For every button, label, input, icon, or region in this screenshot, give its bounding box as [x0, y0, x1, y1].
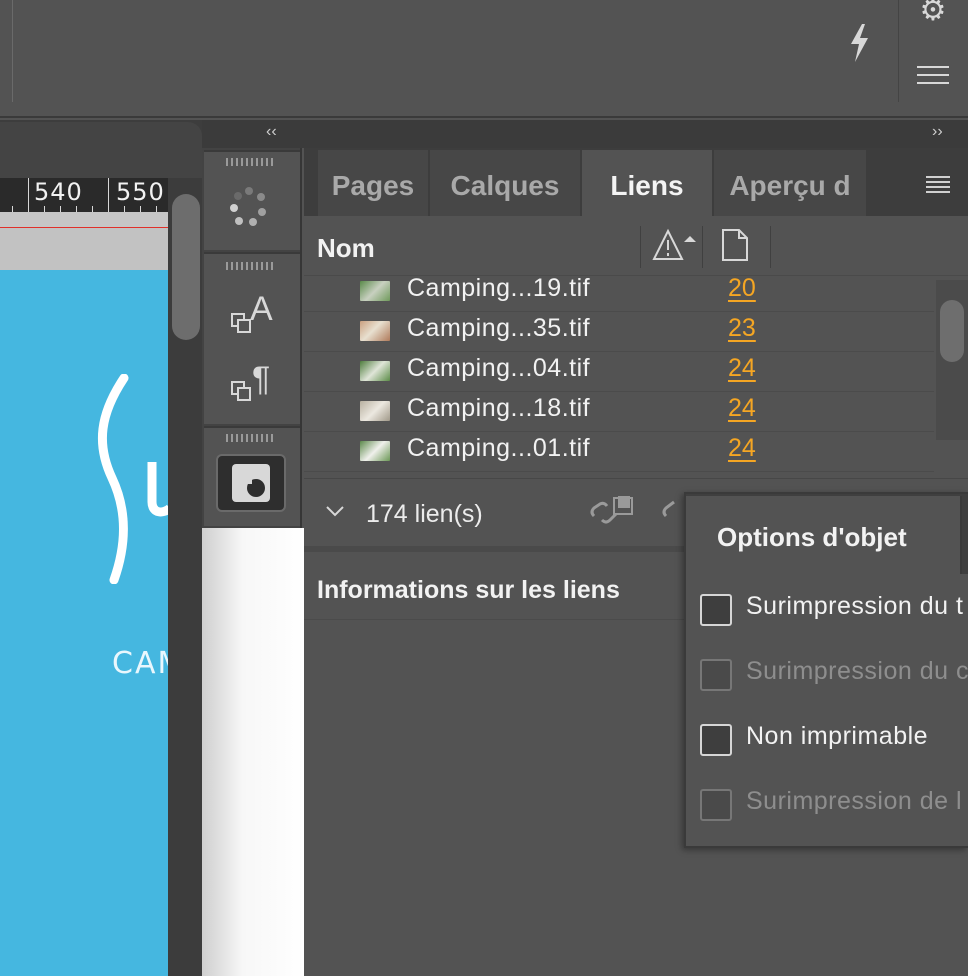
- link-thumbnail: [360, 361, 390, 381]
- overprint-stroke-checkbox: [700, 659, 732, 691]
- logo-script-s: [97, 374, 168, 584]
- chevron-down-icon[interactable]: [324, 500, 346, 522]
- document-page[interactable]: [0, 270, 168, 976]
- ruler-tick: [28, 178, 29, 212]
- link-filename: Camping...18.tif: [407, 394, 591, 422]
- link-thumbnail: [360, 281, 390, 301]
- link-thumbnail: [360, 401, 390, 421]
- link-info-title: Informations sur les liens: [317, 576, 620, 604]
- character-style-icon[interactable]: A: [228, 288, 280, 334]
- dock-grip[interactable]: [226, 158, 276, 166]
- links-count: 174 lien(s): [366, 500, 483, 528]
- link-thumbnail: [360, 321, 390, 341]
- toolbar-divider: [898, 0, 899, 102]
- ruler-label: 550: [116, 178, 165, 206]
- option-label: Non imprimable: [746, 722, 929, 750]
- link-filename: Camping...19.tif: [407, 274, 591, 302]
- panel-collapse-bar: [202, 120, 968, 148]
- column-separator: [770, 226, 771, 268]
- pasteboard-white: [202, 528, 304, 976]
- lightning-bolt-icon[interactable]: [846, 22, 872, 64]
- link-row[interactable]: Camping...19.tif 20: [304, 272, 934, 312]
- collapse-left-icon[interactable]: ‹‹: [266, 123, 277, 141]
- link-filename: Camping...04.tif: [407, 354, 591, 382]
- option-label: Surimpression du c: [746, 657, 968, 685]
- dock-grip[interactable]: [226, 434, 276, 442]
- gear-icon[interactable]: ⚙: [918, 0, 948, 26]
- object-options-title: Options d'objet: [717, 522, 907, 552]
- paragraph-style-icon[interactable]: ¶: [228, 360, 280, 406]
- ruler-tick: [108, 178, 109, 212]
- overprint-fill-checkbox[interactable]: [700, 594, 732, 626]
- overprint-gap-checkbox: [700, 789, 732, 821]
- document-tab[interactable]: [0, 122, 202, 178]
- option-label: Surimpression de l: [746, 787, 963, 815]
- column-name-header[interactable]: Nom: [317, 233, 375, 264]
- tab-pages[interactable]: Pages: [318, 150, 428, 216]
- pasteboard: [0, 212, 168, 228]
- nonprinting-checkbox[interactable]: [700, 724, 732, 756]
- collapse-right-icon[interactable]: ››: [932, 123, 943, 141]
- page-margin-band: [0, 228, 168, 270]
- svg-text:A: A: [250, 290, 273, 328]
- link-row[interactable]: Camping...01.tif 24: [304, 432, 934, 472]
- link-row[interactable]: Camping...04.tif 24: [304, 352, 934, 392]
- link-page-number[interactable]: 23: [728, 314, 756, 343]
- scrollbar-thumb[interactable]: [172, 194, 200, 340]
- link-filename: Camping...35.tif: [407, 314, 591, 342]
- link-page-number[interactable]: 24: [728, 434, 756, 463]
- link-page-number[interactable]: 24: [728, 394, 756, 423]
- object-style-icon: [232, 464, 270, 502]
- ruler-label: 540: [34, 178, 83, 206]
- tab-apercu[interactable]: Aperçu d: [714, 150, 866, 216]
- link-thumbnail: [360, 441, 390, 461]
- relink-icon[interactable]: [588, 494, 636, 528]
- scrollbar-thumb[interactable]: [940, 300, 964, 362]
- tab-liens[interactable]: Liens: [582, 150, 712, 216]
- links-column-header: [304, 218, 968, 276]
- link-row[interactable]: Camping...18.tif 24: [304, 392, 934, 432]
- warning-triangle-sort-icon[interactable]: [652, 228, 696, 262]
- page-icon[interactable]: [720, 228, 750, 262]
- toolbar-divider: [12, 0, 13, 102]
- column-separator: [702, 226, 703, 268]
- link-page-number[interactable]: 20: [728, 274, 756, 303]
- svg-text:¶: ¶: [252, 360, 270, 398]
- horizontal-ruler[interactable]: 540 550: [0, 178, 168, 212]
- bleed-guide: [0, 227, 168, 228]
- top-toolbar: [0, 0, 968, 118]
- panel-menu-icon[interactable]: [926, 176, 950, 193]
- link-filename: Camping...01.tif: [407, 434, 591, 462]
- link-page-number[interactable]: 24: [728, 354, 756, 383]
- dock-grip[interactable]: [226, 262, 276, 270]
- tab-calques[interactable]: Calques: [430, 150, 580, 216]
- link-row[interactable]: Camping...35.tif 23: [304, 312, 934, 352]
- loading-spinner-icon[interactable]: [226, 184, 272, 230]
- hamburger-menu-icon[interactable]: [917, 66, 949, 88]
- column-separator: [640, 226, 641, 268]
- option-label: Surimpression du t: [746, 592, 964, 620]
